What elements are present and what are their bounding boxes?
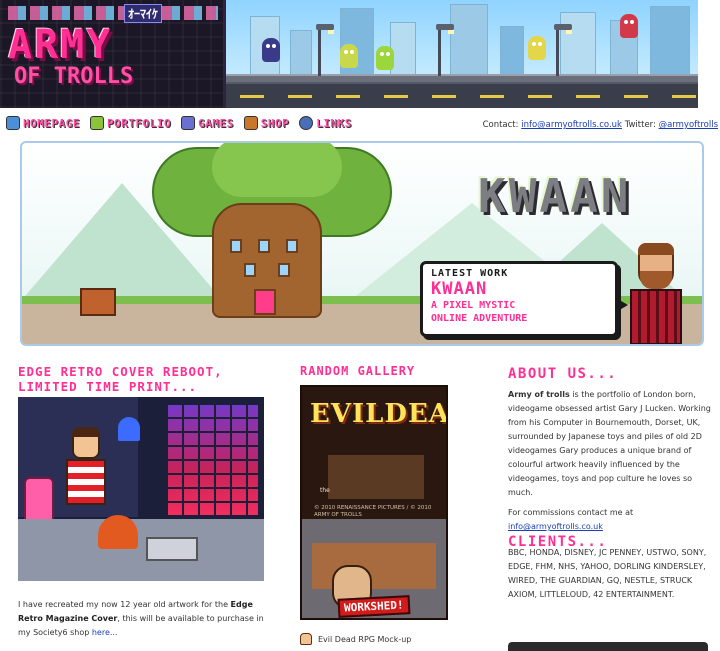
- twitter-link[interactable]: @armyoftrolls: [659, 120, 718, 130]
- treehouse-window: [244, 263, 256, 277]
- logo-title: ARMY: [8, 22, 113, 68]
- troll-sprite: [528, 36, 546, 60]
- street-lamp: [316, 24, 334, 76]
- workshed-stamp: WORKSHED!: [337, 595, 411, 618]
- troll-sprite: [376, 46, 394, 70]
- gameboy-icon: [89, 116, 104, 130]
- kid-with-cap: [98, 515, 138, 549]
- main-nav: HOMEPAGE PORTFOLIO GAMES SHOP LINKS: [6, 116, 352, 130]
- cabin-art: [326, 453, 426, 501]
- city-building: [290, 30, 312, 78]
- post-title-line-2[interactable]: LIMITED TIME PRINT...: [18, 379, 268, 394]
- city-building: [560, 12, 596, 78]
- computer-icon: [6, 116, 20, 130]
- bubble-line-2: ONLINE ADVENTURE: [431, 313, 528, 324]
- nav-label: SHOP: [260, 116, 290, 130]
- nav-links[interactable]: LINKS: [299, 116, 352, 130]
- treasure-chest-icon: [243, 116, 258, 130]
- nav-shop[interactable]: SHOP: [243, 116, 290, 130]
- troll-sprite: [340, 44, 358, 68]
- head-icon: [300, 633, 312, 645]
- commission-text: For commissions contact me at info@armyof…: [508, 506, 718, 534]
- city-building: [450, 4, 488, 78]
- edge-cover-image[interactable]: [18, 397, 264, 581]
- about-section: ABOUT US... Army of trolls is the portfo…: [508, 366, 718, 534]
- troll-sprite: [262, 38, 280, 62]
- latest-work-bubble[interactable]: LATEST WORK KWAAN A PIXEL MYSTIC ONLINE …: [420, 261, 628, 337]
- header-banner: ｵｰﾏｲｹ ARMY OF TROLLS: [0, 0, 698, 108]
- about-text: Army of trolls is the portfolio of Londo…: [508, 388, 718, 500]
- treehouse-window: [278, 263, 290, 277]
- nav-homepage[interactable]: HOMEPAGE: [6, 116, 80, 130]
- treehouse-door: [254, 289, 276, 315]
- bubble-line-1: A PIXEL MYSTIC: [431, 300, 516, 311]
- contact-info: Contact: info@armyoftrolls.co.uk Twitter…: [483, 120, 718, 130]
- nav-label: GAMES: [198, 116, 234, 130]
- city-building: [650, 6, 690, 78]
- tetris-wall-art: [168, 405, 258, 515]
- post-title-line-1[interactable]: EDGE RETRO COVER REBOOT,: [18, 364, 268, 379]
- about-heading: ABOUT US...: [508, 366, 618, 382]
- nav-games[interactable]: GAMES: [181, 116, 234, 130]
- hero-banner[interactable]: KWAAN LATEST WORK KWAAN A PIXEL MYSTIC O…: [20, 141, 704, 346]
- commission-email-link[interactable]: info@armyoftrolls.co.uk: [508, 522, 603, 531]
- gamer-boy: [66, 427, 106, 517]
- site-logo[interactable]: ｵｰﾏｲｹ ARMY OF TROLLS: [0, 0, 226, 108]
- about-bold: Army of trolls: [508, 390, 570, 399]
- news-post: EDGE RETRO COVER REBOOT, LIMITED TIME PR…: [18, 364, 268, 637]
- logo-subtitle: OF TROLLS: [14, 64, 134, 89]
- twitter-label: Twitter:: [624, 120, 656, 130]
- art-tagline: the: [320, 487, 330, 494]
- nav-label: PORTFOLIO: [106, 116, 172, 130]
- ghost-sprite: [118, 417, 140, 441]
- bubble-title: KWAAN: [431, 279, 488, 299]
- contact-label: Contact:: [482, 120, 519, 130]
- globe-icon: [299, 116, 314, 130]
- about-body: is the portfolio of London born, videoga…: [508, 390, 711, 497]
- troll-sprite: [620, 14, 638, 38]
- city-building: [390, 22, 416, 78]
- sidebar-widget: [508, 642, 708, 651]
- nav-label: HOMEPAGE: [23, 116, 80, 130]
- post-text: I have recreated my now 12 year old artw…: [18, 600, 231, 609]
- post-body: I have recreated my now 12 year old artw…: [18, 598, 268, 640]
- treehouse-window: [258, 239, 270, 253]
- artist-avatar: [628, 243, 684, 344]
- nav-portfolio[interactable]: PORTFOLIO: [89, 116, 172, 130]
- nav-label: LINKS: [316, 116, 352, 130]
- clients-list: BBC, HONDA, DISNEY, JC PENNEY, USTWO, SO…: [508, 548, 707, 599]
- contact-email-link[interactable]: info@armyoftrolls.co.uk: [521, 120, 622, 130]
- random-gallery: RANDOM GALLERY: [300, 364, 500, 378]
- treehouse-window: [286, 239, 298, 253]
- evil-dead-logo: EVILDEAD: [310, 399, 448, 429]
- joystick-icon: [181, 116, 196, 130]
- treehouse-window: [230, 239, 242, 253]
- hero-title: KWAAN: [478, 169, 632, 223]
- bubble-label: LATEST WORK: [431, 268, 509, 279]
- gallery-heading: RANDOM GALLERY: [300, 364, 416, 378]
- gallery-caption: Evil Dead RPG Mock-up: [300, 633, 411, 645]
- retro-console: [146, 537, 198, 561]
- small-hut: [80, 288, 116, 316]
- post-read-more-link[interactable]: here...: [92, 628, 118, 637]
- city-building: [500, 26, 524, 78]
- logo-japanese-text: ｵｰﾏｲｹ: [124, 4, 163, 23]
- art-credits: © 2010 RENAISSANCE PICTURES / © 2010 ARM…: [314, 505, 432, 518]
- logo-character-row: [8, 6, 218, 20]
- treehouse-canopy: [212, 143, 342, 197]
- caption-text: Evil Dead RPG Mock-up: [318, 634, 412, 644]
- street-lamp: [554, 24, 572, 76]
- gallery-image[interactable]: EVILDEAD the © 2010 RENAISSANCE PICTURES…: [300, 385, 448, 620]
- commission-label: For commissions contact me at: [508, 508, 634, 517]
- street-lamp: [436, 24, 454, 76]
